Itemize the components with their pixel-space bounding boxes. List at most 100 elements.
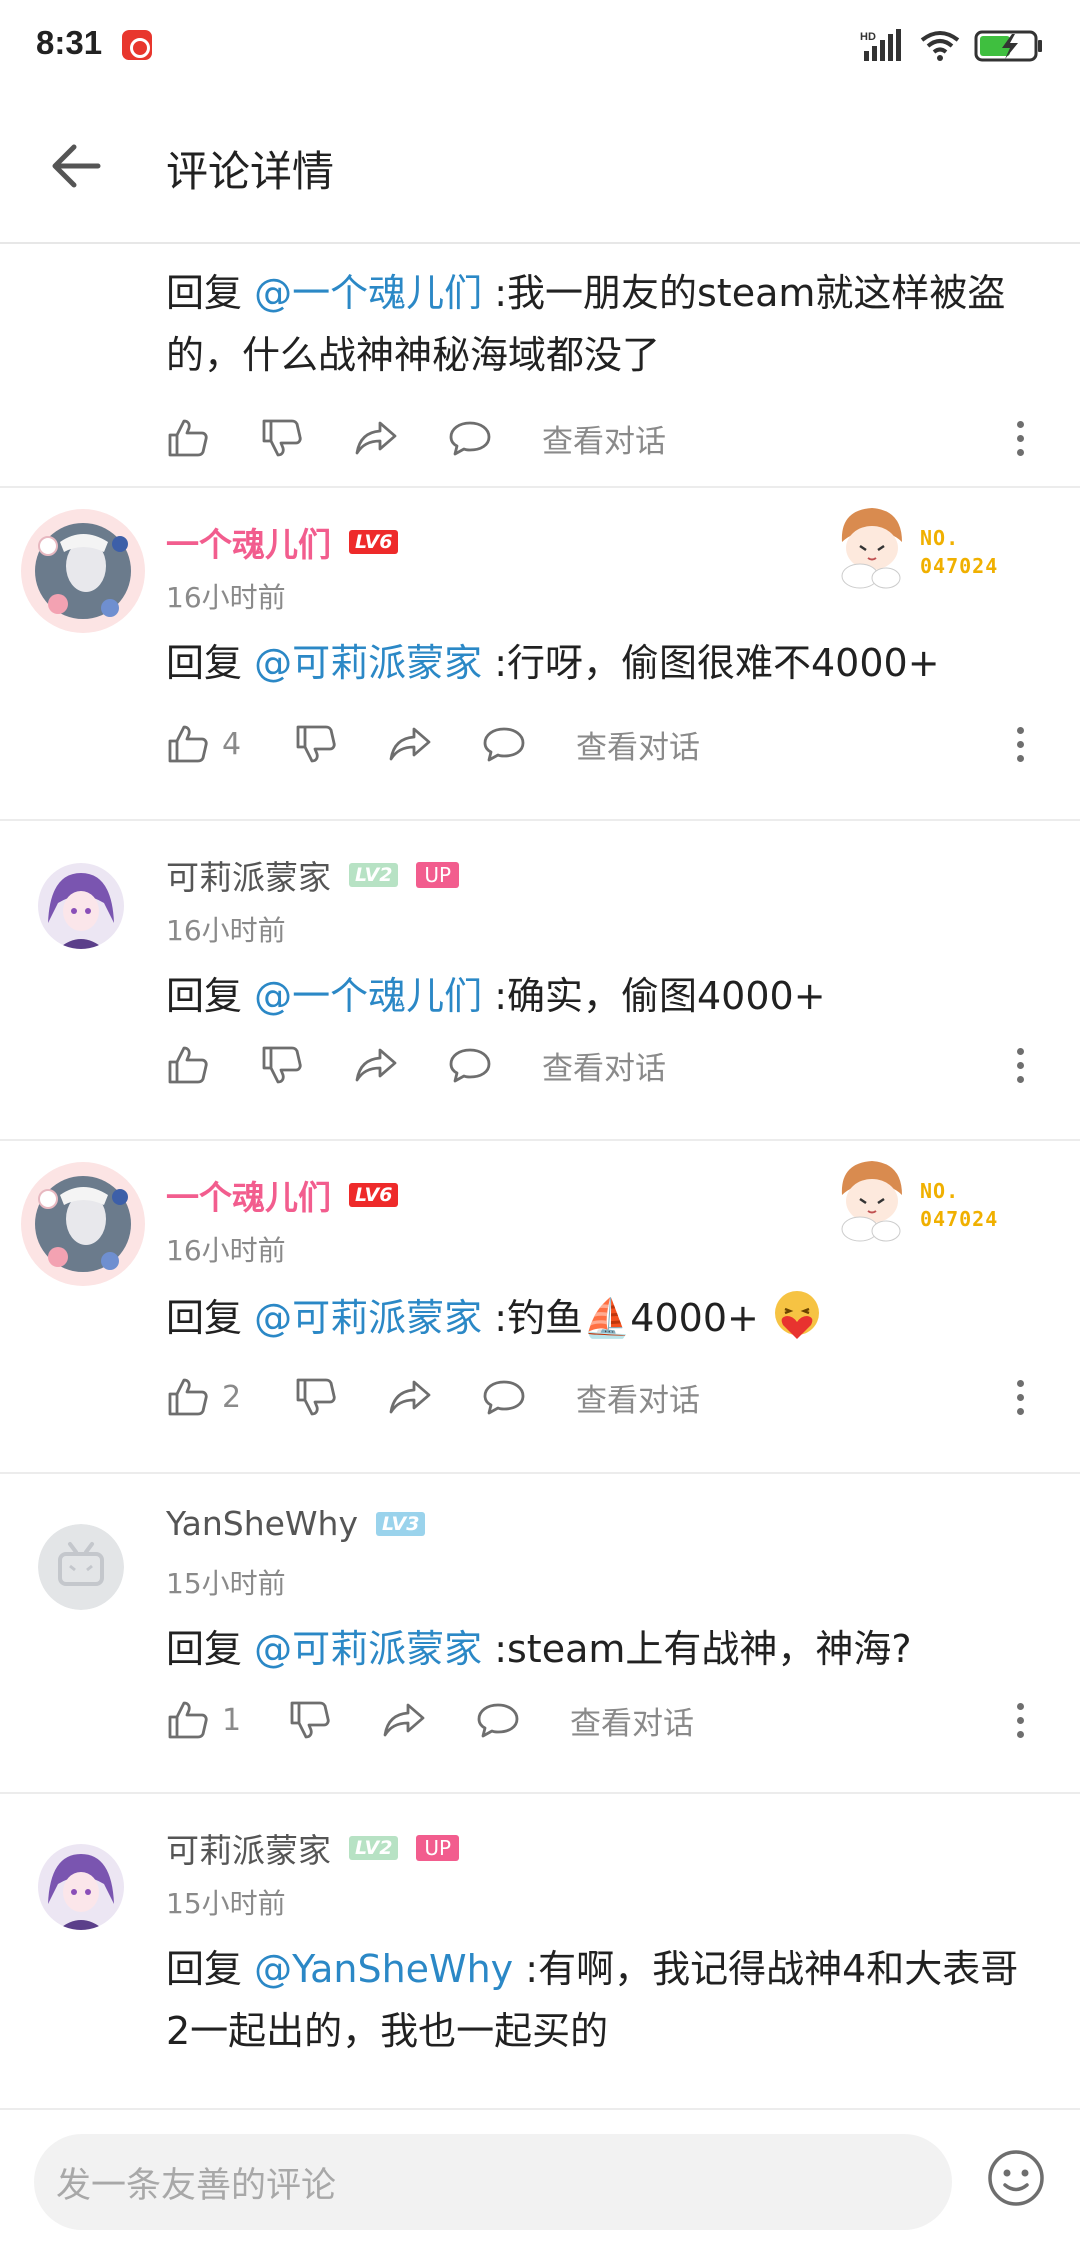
share-button[interactable]: [354, 408, 448, 468]
timestamp: 16小时前: [166, 1234, 286, 1267]
comment-bubble-icon: [477, 1703, 519, 1738]
share-icon: [383, 1703, 425, 1737]
wifi-icon: [920, 31, 960, 61]
avatar[interactable]: [38, 863, 124, 949]
thumbs-up-icon: [168, 1046, 208, 1084]
up-badge: UP: [416, 862, 460, 888]
status-bar: 8:31 HD: [0, 0, 1080, 88]
reply-prefix: 回复: [166, 641, 255, 685]
fan-medal-number: NO. 047024: [920, 526, 999, 578]
username[interactable]: 可莉派蒙家: [166, 851, 331, 899]
like-button[interactable]: 4: [166, 714, 294, 774]
fan-medal-badge: NO. 047024: [830, 502, 1030, 602]
smiley-icon: [988, 2150, 1044, 2206]
emoji-button[interactable]: [986, 2148, 1046, 2208]
username[interactable]: 可莉派蒙家: [166, 1824, 331, 1872]
dislike-button[interactable]: [260, 408, 354, 468]
avatar[interactable]: [38, 1524, 124, 1610]
mention-link[interactable]: @可莉派蒙家: [254, 1627, 482, 1671]
level-badge: LV2: [349, 863, 399, 887]
more-icon: [1016, 1379, 1024, 1387]
more-icon: [1016, 420, 1024, 428]
comment-body: :钓鱼⛵4000+: [482, 1296, 759, 1340]
mention-link[interactable]: @可莉派蒙家: [254, 1296, 482, 1340]
more-button[interactable]: [1000, 1035, 1040, 1095]
comment-body: :确实，偷图4000+: [482, 974, 826, 1018]
mention-link[interactable]: @YanSheWhy: [254, 1947, 513, 1991]
dislike-button[interactable]: [260, 1035, 354, 1095]
dislike-button[interactable]: [288, 1690, 382, 1750]
reply-prefix: 回复: [166, 1627, 255, 1671]
comment-item: YanSheWhy LV3 15小时前 回复 @可莉派蒙家 :steam上有战神…: [0, 1474, 1080, 1794]
username[interactable]: 一个魂儿们: [166, 518, 331, 566]
like-button[interactable]: [166, 1035, 260, 1095]
battery-charging-icon: [974, 30, 1042, 62]
reply-button[interactable]: [482, 1367, 576, 1427]
view-conversation-link[interactable]: 查看对话: [542, 1043, 666, 1088]
default-avatar-icon: [38, 1524, 124, 1610]
reply-button[interactable]: [448, 408, 542, 468]
comment-item: 可莉派蒙家 LV2 UP 16小时前 回复 @一个魂儿们 :确实，偷图4000+…: [0, 821, 1080, 1141]
comment-text: 回复 @YanSheWhy :有啊，我记得战神4和大表哥2一起出的，我也一起买的: [166, 1938, 1030, 2062]
action-row: 查看对话: [166, 408, 1040, 468]
thumbs-up-icon: [168, 419, 208, 457]
like-button[interactable]: [166, 408, 260, 468]
timestamp: 16小时前: [166, 581, 286, 614]
arrow-left-icon: [52, 144, 101, 188]
view-conversation-link[interactable]: 查看对话: [542, 416, 666, 461]
comment-body: :steam上有战神，神海?: [482, 1627, 912, 1671]
like-button[interactable]: 1: [166, 1690, 288, 1750]
mention-link[interactable]: @一个魂儿们: [254, 271, 482, 315]
back-button[interactable]: [40, 130, 112, 202]
comment-bubble-icon: [449, 421, 491, 456]
thumbs-up-icon: [168, 1378, 208, 1416]
user-row: YanSheWhy LV3: [166, 1504, 426, 1543]
level-badge: LV2: [349, 1836, 399, 1860]
reply-button[interactable]: [448, 1035, 542, 1095]
more-button[interactable]: [1000, 1367, 1040, 1427]
comment-list[interactable]: 回复 @一个魂儿们 :我一朋友的steam就这样被盗的，什么战神神秘海域都没了 …: [0, 246, 1080, 2108]
view-conversation-link[interactable]: 查看对话: [576, 722, 700, 767]
more-button[interactable]: [1000, 1690, 1040, 1750]
comment-text: 回复 @一个魂儿们 :确实，偷图4000+: [166, 965, 1030, 1027]
reply-button[interactable]: [482, 714, 576, 774]
avatar[interactable]: [20, 1161, 146, 1287]
avatar[interactable]: [38, 1844, 124, 1930]
more-button[interactable]: [1000, 714, 1040, 774]
comment-text: 回复 @可莉派蒙家 :steam上有战神，神海?: [166, 1618, 1030, 1680]
fan-medal-icon: [841, 508, 902, 589]
reply-prefix: 回复: [166, 1296, 255, 1340]
more-icon: [1016, 1047, 1024, 1055]
comment-input[interactable]: 发一条友善的评论: [34, 2134, 952, 2230]
mention-link[interactable]: @可莉派蒙家: [254, 641, 482, 685]
share-button[interactable]: [388, 1367, 482, 1427]
more-button[interactable]: [1000, 408, 1040, 468]
action-row: 查看对话: [166, 1035, 1040, 1095]
comment-item: 回复 @一个魂儿们 :我一朋友的steam就这样被盗的，什么战神神秘海域都没了 …: [0, 246, 1080, 488]
comment-item: 一个魂儿们 LV6 NO. 047024 16小时前 回复 @可莉派蒙家 :行呀…: [0, 488, 1080, 821]
username[interactable]: YanSheWhy: [166, 1504, 358, 1543]
like-button[interactable]: 2: [166, 1367, 294, 1427]
share-icon: [389, 1380, 431, 1414]
action-row: 2 查看对话: [166, 1367, 1040, 1427]
reply-button[interactable]: [476, 1690, 570, 1750]
dislike-button[interactable]: [294, 714, 388, 774]
share-button[interactable]: [388, 714, 482, 774]
comment-item: 一个魂儿们 LV6 NO. 047024 16小时前 回复 @可莉派蒙家 :钓鱼…: [0, 1141, 1080, 1474]
view-conversation-link[interactable]: 查看对话: [570, 1698, 694, 1743]
signal-icon: HD: [860, 29, 901, 61]
avatar[interactable]: [20, 508, 146, 634]
like-count: 1: [222, 1702, 242, 1738]
mention-link[interactable]: @一个魂儿们: [254, 974, 482, 1018]
comment-bubble-icon: [483, 727, 525, 762]
heart-hug-emoji-icon: [774, 1291, 819, 1339]
username[interactable]: 一个魂儿们: [166, 1171, 331, 1219]
dislike-button[interactable]: [294, 1367, 388, 1427]
thumbs-up-icon: [168, 1701, 208, 1739]
thumbs-down-icon: [296, 1378, 336, 1416]
view-conversation-link[interactable]: 查看对话: [576, 1375, 700, 1420]
page-title: 评论详情: [166, 147, 335, 196]
comment-text: 回复 @可莉派蒙家 :钓鱼⛵4000+: [166, 1287, 1030, 1349]
share-button[interactable]: [382, 1690, 476, 1750]
share-button[interactable]: [354, 1035, 448, 1095]
